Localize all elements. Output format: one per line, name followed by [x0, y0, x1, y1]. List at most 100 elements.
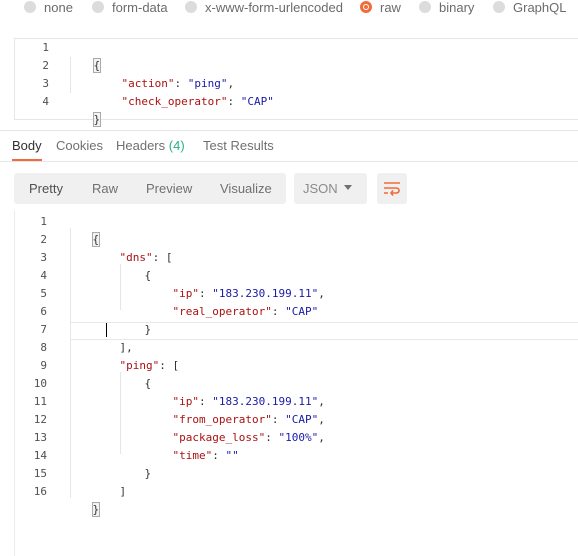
- code-line: "real_operator": "CAP": [146, 285, 319, 318]
- code-line: "action": "ping",: [95, 57, 235, 90]
- radio-indicator-icon: [419, 1, 431, 13]
- json-string: "CAP": [285, 305, 319, 318]
- line-number: 3: [42, 77, 49, 90]
- code-line: {: [66, 213, 101, 247]
- code-line: "ping": [: [93, 339, 180, 372]
- json-punct: : [: [152, 251, 173, 264]
- pretty-button[interactable]: Pretty: [29, 173, 63, 204]
- code-line: ]: [93, 465, 127, 498]
- line-number: 11: [33, 395, 47, 408]
- indent-guide: [70, 57, 71, 93]
- radio-raw[interactable]: raw: [360, 0, 401, 15]
- json-brace: }: [91, 502, 101, 517]
- line-number: 16: [33, 485, 47, 498]
- format-button-group: Pretty Raw Preview Visualize: [14, 173, 286, 204]
- tab-headers-label: Headers: [116, 138, 166, 153]
- code-line: "time": "": [146, 429, 239, 462]
- tab-headers[interactable]: Headers (4): [116, 138, 185, 153]
- line-number: 15: [33, 467, 47, 480]
- code-line: "ip": "183.230.199.11",: [146, 267, 325, 300]
- code-line: }: [67, 93, 102, 127]
- line-number: 5: [40, 287, 47, 300]
- radio-label: raw: [380, 0, 401, 15]
- line-number: 14: [33, 449, 47, 462]
- line-number: 1: [40, 215, 47, 228]
- radio-label: form-data: [112, 0, 168, 15]
- line-number: 2: [40, 233, 47, 246]
- code-line: {: [118, 357, 152, 390]
- response-body-viewer[interactable]: 1 2 3 4 5 6 7 8 9 10 11 12 13 14 15 16 {…: [0, 210, 578, 556]
- chevron-down-icon: [344, 185, 352, 190]
- language-select-value: JSON: [303, 181, 338, 196]
- code-line: {: [118, 249, 152, 282]
- radio-indicator-icon: [493, 1, 505, 13]
- json-punct: :: [271, 305, 286, 318]
- line-number: 8: [40, 341, 47, 354]
- radio-graphql[interactable]: GraphQL: [493, 0, 567, 15]
- line-number: 1: [42, 41, 49, 54]
- code-line: "check_operator": "CAP": [95, 75, 274, 108]
- line-number: 7: [40, 323, 47, 336]
- code-line: }: [66, 483, 101, 517]
- raw-button[interactable]: Raw: [92, 173, 118, 204]
- code-line: }: [118, 303, 152, 336]
- line-number: 12: [33, 413, 47, 426]
- code-line: {: [67, 39, 102, 73]
- radio-indicator-icon: [185, 1, 197, 13]
- radio-x-www-form-urlencoded[interactable]: x-www-form-urlencoded: [185, 0, 343, 15]
- line-number: 10: [33, 377, 47, 390]
- code-line: ],: [93, 321, 133, 354]
- json-punct: ,: [318, 287, 325, 300]
- body-type-radio-group: none form-data x-www-form-urlencoded raw…: [0, 0, 578, 15]
- line-number: 4: [42, 95, 49, 108]
- line-number: 4: [40, 269, 47, 282]
- preview-button[interactable]: Preview: [146, 173, 192, 204]
- line-number: 13: [33, 431, 47, 444]
- tab-cookies[interactable]: Cookies: [56, 138, 103, 153]
- json-punct: : [: [159, 359, 180, 372]
- json-brace: }: [92, 112, 102, 127]
- wrap-lines-button[interactable]: [377, 173, 407, 204]
- code-line: }: [118, 447, 152, 480]
- radio-label: GraphQL: [513, 0, 567, 15]
- json-key: "time": [172, 449, 213, 462]
- code-line: "dns": [: [93, 231, 173, 264]
- radio-form-data[interactable]: form-data: [92, 0, 168, 15]
- json-string: "": [225, 449, 239, 462]
- radio-label: x-www-form-urlencoded: [205, 0, 343, 15]
- code-line: "package_loss": "100%",: [146, 411, 325, 444]
- text-cursor: [106, 323, 107, 337]
- radio-none[interactable]: none: [24, 0, 73, 15]
- radio-binary[interactable]: binary: [419, 0, 475, 15]
- code-line: "ip": "183.230.199.11",: [146, 375, 325, 408]
- radio-indicator-icon: [92, 1, 104, 13]
- wrap-lines-icon: [384, 182, 400, 196]
- json-brace: }: [144, 323, 152, 336]
- request-body-editor[interactable]: 1 2 3 4 { "action": "ping", "check_opera…: [14, 38, 578, 127]
- radio-indicator-icon: [24, 1, 36, 13]
- tab-test-results[interactable]: Test Results: [203, 138, 274, 153]
- radio-selected-icon: [360, 1, 372, 13]
- line-number: 2: [42, 59, 49, 72]
- json-punct: :: [212, 449, 226, 462]
- headers-count-badge: (4): [168, 138, 185, 153]
- visualize-button[interactable]: Visualize: [220, 173, 272, 204]
- json-string: "CAP": [240, 95, 274, 108]
- language-select[interactable]: JSON: [294, 173, 367, 204]
- indent-guide: [70, 228, 71, 498]
- line-number: 6: [40, 305, 47, 318]
- tabs-divider: [0, 161, 578, 162]
- json-brace: }: [144, 467, 152, 480]
- json-punct: ,: [318, 431, 325, 444]
- tab-body[interactable]: Body: [12, 138, 42, 153]
- radio-label: none: [44, 0, 73, 15]
- json-punct: :: [227, 95, 241, 108]
- section-divider: [0, 130, 578, 131]
- json-key: "real_operator": [172, 305, 272, 318]
- radio-label: binary: [439, 0, 475, 15]
- json-punct: :: [265, 431, 279, 444]
- line-number: 3: [40, 251, 47, 264]
- line-number: 9: [40, 359, 47, 372]
- json-string: "100%": [278, 431, 319, 444]
- json-bracket: ]: [119, 485, 127, 498]
